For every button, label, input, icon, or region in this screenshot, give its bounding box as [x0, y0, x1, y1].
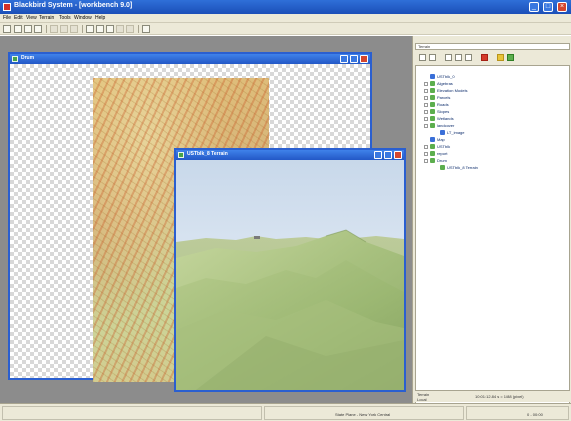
terrain-close-button[interactable]: [394, 151, 402, 159]
terrain-icon: [440, 165, 445, 170]
mdi-workspace: Drum USTblk_8 Terrain: [0, 36, 412, 403]
terrain-window-titlebar[interactable]: USTblk_8 Terrain: [176, 150, 404, 160]
terrain-window-title: USTblk_8 Terrain: [187, 151, 228, 157]
app-title: Blackbird System - [workbench 9.0]: [14, 2, 133, 9]
move-down-icon[interactable]: [507, 54, 514, 61]
status-segment: [2, 406, 262, 420]
delete-icon[interactable]: [106, 25, 114, 33]
save-icon[interactable]: [24, 25, 32, 33]
status-projection: State Plane - New York Central: [335, 412, 391, 417]
map-icon: [430, 137, 435, 142]
expand-icon[interactable]: [424, 145, 428, 149]
menu-window[interactable]: Window: [74, 15, 92, 21]
folder-icon: [430, 88, 435, 93]
layer-menu-icon[interactable]: [465, 54, 472, 61]
help-icon[interactable]: [142, 25, 150, 33]
folder-icon: [430, 123, 435, 128]
minimize-button[interactable]: _: [529, 2, 539, 12]
main-toolbar: [0, 23, 571, 35]
undo-icon[interactable]: [50, 25, 58, 33]
delete-layer-icon[interactable]: [481, 54, 488, 61]
toolbar-separator: [138, 25, 139, 33]
new-icon[interactable]: [3, 25, 11, 33]
copy-icon[interactable]: [86, 25, 94, 33]
layer-panel-toolbar: [415, 52, 570, 63]
add-layer-icon[interactable]: [445, 54, 452, 61]
toolbar-separator: [46, 25, 47, 33]
new-layer-icon[interactable]: [419, 54, 426, 61]
status-segment: State Plane - New York Central: [264, 406, 464, 420]
distant-building-marker: [254, 236, 260, 239]
cut-icon[interactable]: [70, 25, 78, 33]
folder-icon: [430, 151, 435, 156]
map-minimize-button[interactable]: [340, 55, 348, 63]
menu-help[interactable]: Help: [95, 15, 105, 21]
menu-tools[interactable]: Tools: [59, 15, 71, 21]
menu-bar: File Edit View Terrain Tools Window Help: [0, 14, 571, 23]
expand-icon[interactable]: [424, 89, 428, 93]
status-time: 0 - 00:00: [527, 412, 543, 417]
map-maximize-button[interactable]: [350, 55, 358, 63]
app-title-bar: Blackbird System - [workbench 9.0] _ □ ×: [0, 0, 571, 14]
layer-panel-header: Terrain: [415, 43, 570, 50]
menu-edit[interactable]: Edit: [14, 15, 23, 21]
expand-icon[interactable]: [424, 96, 428, 100]
terrain-minimize-button[interactable]: [374, 151, 382, 159]
map-window-icon: [12, 56, 18, 62]
folder-icon: [430, 158, 435, 163]
map-close-button[interactable]: [360, 55, 368, 63]
expand-icon[interactable]: [424, 82, 428, 86]
expand-icon[interactable]: [424, 103, 428, 107]
pan-icon[interactable]: [126, 25, 134, 33]
folder-icon: [430, 116, 435, 121]
status-segment: 0 - 00:00: [466, 406, 569, 420]
open-icon[interactable]: [14, 25, 22, 33]
menu-view[interactable]: View: [26, 15, 37, 21]
zoom-icon[interactable]: [116, 25, 124, 33]
terrain-3d-render: [176, 160, 404, 390]
layer-properties-icon[interactable]: [455, 54, 462, 61]
app-icon: [3, 3, 11, 11]
terrain-3d-window[interactable]: USTblk_8 Terrain: [174, 148, 406, 392]
map-window-titlebar[interactable]: Drum: [10, 54, 370, 64]
expand-icon[interactable]: [424, 152, 428, 156]
map-window-title: Drum: [21, 55, 35, 61]
status-coordinate-label2: Local: [417, 397, 427, 402]
status-coordinate-value: 10:01:12.84 s = 1/88 (pixel): [475, 394, 524, 399]
toolbar-separator: [82, 25, 83, 33]
menu-file[interactable]: File: [3, 15, 11, 21]
terrain-window-icon: [178, 152, 184, 158]
close-button[interactable]: ×: [557, 2, 567, 12]
expand-icon[interactable]: [424, 110, 428, 114]
save-all-icon[interactable]: [34, 25, 42, 33]
status-bar: State Plane - New York Central 0 - 00:00: [0, 403, 571, 421]
open-layer-icon[interactable]: [429, 54, 436, 61]
terrain-maximize-button[interactable]: [384, 151, 392, 159]
expand-icon[interactable]: [424, 117, 428, 121]
image-icon: [440, 130, 445, 135]
folder-icon: [430, 81, 435, 86]
terrain-3d-viewport[interactable]: [176, 160, 404, 390]
folder-icon: [430, 95, 435, 100]
folder-icon: [430, 102, 435, 107]
layer-panel: Terrain USTblk_0 Algebras Elevation Mode…: [412, 36, 571, 417]
layer-tree[interactable]: USTblk_0 Algebras Elevation Models Parce…: [415, 65, 570, 417]
layer-panel-status: Terrain Local 10:01:12.84 s = 1/88 (pixe…: [415, 390, 570, 402]
redo-icon[interactable]: [60, 25, 68, 33]
menu-terrain[interactable]: Terrain: [39, 15, 54, 21]
collapse-icon[interactable]: [424, 159, 428, 163]
folder-icon: [430, 144, 435, 149]
paste-icon[interactable]: [96, 25, 104, 33]
move-up-icon[interactable]: [497, 54, 504, 61]
expand-icon[interactable]: [424, 124, 428, 128]
maximize-button[interactable]: □: [543, 2, 553, 12]
folder-icon: [430, 109, 435, 114]
layer-icon: [430, 74, 435, 79]
